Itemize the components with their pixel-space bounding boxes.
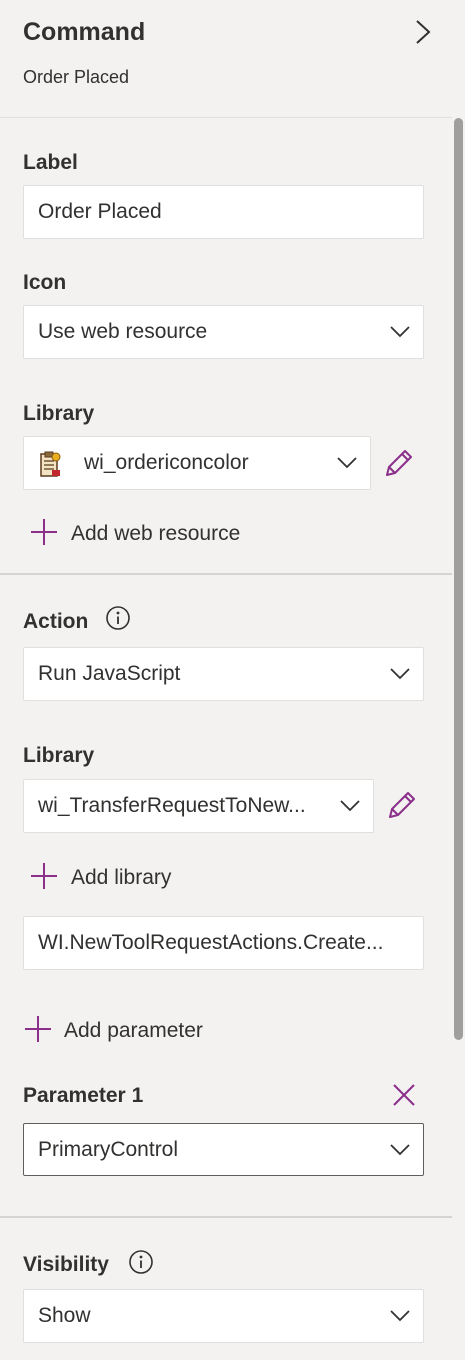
- label-field-label: Label: [23, 151, 78, 174]
- action-dropdown[interactable]: Run JavaScript: [23, 647, 424, 701]
- icon-field-label: Icon: [23, 271, 67, 294]
- action-library-dropdown[interactable]: wi_TransferRequestToNew...: [23, 779, 374, 833]
- visibility-dropdown[interactable]: Show: [23, 1289, 424, 1343]
- function-name-input[interactable]: WI.NewToolRequestActions.Create...: [23, 916, 424, 970]
- header-divider: [0, 117, 452, 118]
- add-parameter-button[interactable]: Add parameter: [64, 1018, 203, 1044]
- info-icon[interactable]: [128, 1249, 154, 1275]
- panel-title: Command: [23, 18, 146, 46]
- parameter-1-value: PrimaryControl: [38, 1138, 179, 1161]
- panel-subtitle: Order Placed: [23, 67, 130, 87]
- close-icon[interactable]: [391, 1082, 417, 1108]
- icon-dropdown[interactable]: Use web resource: [23, 305, 424, 359]
- edit-pencil-icon[interactable]: [386, 789, 418, 821]
- chevron-down-icon: [390, 668, 410, 680]
- section-divider: [0, 1216, 452, 1218]
- icon-library-dropdown[interactable]: wi_ordericoncolor: [23, 436, 371, 490]
- add-web-resource-button[interactable]: Add web resource: [71, 521, 240, 547]
- edit-pencil-icon[interactable]: [383, 447, 415, 479]
- icon-dropdown-value: Use web resource: [38, 320, 208, 343]
- label-input-value: Order Placed: [38, 200, 162, 223]
- visibility-dropdown-value: Show: [38, 1304, 91, 1327]
- plus-icon[interactable]: [29, 861, 59, 891]
- plus-icon[interactable]: [23, 1014, 53, 1044]
- label-input[interactable]: Order Placed: [23, 185, 424, 239]
- chevron-down-icon: [337, 457, 357, 469]
- section-divider: [0, 573, 452, 575]
- clipboard-icon: [40, 451, 61, 477]
- action-library-label: Library: [23, 744, 95, 767]
- chevron-down-icon: [390, 326, 410, 338]
- chevron-down-icon: [390, 1310, 410, 1322]
- function-name-value: WI.NewToolRequestActions.Create...: [38, 931, 384, 954]
- action-dropdown-value: Run JavaScript: [38, 662, 181, 685]
- scrollbar-thumb[interactable]: [454, 118, 463, 1040]
- action-library-value: wi_TransferRequestToNew...: [38, 794, 306, 817]
- chevron-down-icon: [340, 800, 360, 812]
- visibility-field-label: Visibility: [23, 1253, 109, 1276]
- icon-library-value: wi_ordericoncolor: [84, 451, 249, 474]
- chevron-down-icon: [390, 1144, 410, 1156]
- plus-icon[interactable]: [29, 517, 59, 547]
- parameter-1-label: Parameter 1: [23, 1084, 144, 1107]
- parameter-1-dropdown[interactable]: PrimaryControl: [23, 1123, 424, 1176]
- info-icon[interactable]: [105, 605, 131, 631]
- add-library-button[interactable]: Add library: [71, 865, 171, 891]
- action-field-label: Action: [23, 610, 89, 633]
- icon-library-label: Library: [23, 402, 95, 425]
- chevron-right-icon[interactable]: [410, 18, 434, 46]
